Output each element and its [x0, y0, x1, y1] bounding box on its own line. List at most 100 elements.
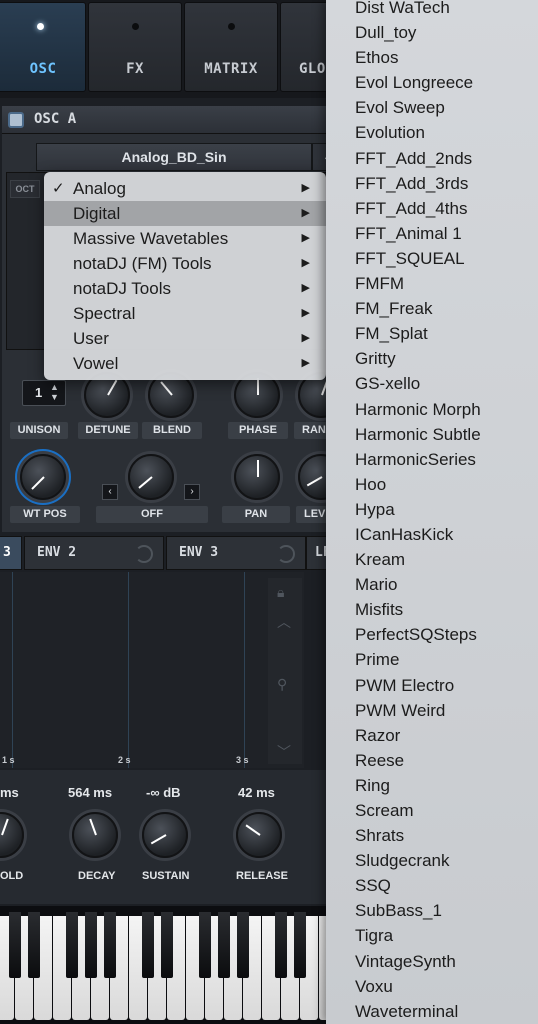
decay-knob[interactable]	[72, 812, 118, 858]
wavetable-menu-item[interactable]: PerfectSQSteps	[326, 622, 538, 647]
menu-item-digital[interactable]: Digital ▶	[44, 201, 326, 226]
wavetable-menu-item[interactable]: FFT_SQUEAL	[326, 246, 538, 271]
menu-item-notadj-tools[interactable]: notaDJ Tools ▶	[44, 276, 326, 301]
wavetable-menu-item[interactable]: Dull_toy	[326, 20, 538, 45]
wavetable-menu-item[interactable]: Gritty	[326, 346, 538, 371]
wavetable-name-display[interactable]: Analog_BD_Sin	[36, 143, 312, 171]
wavetable-menu-item[interactable]: GS-xello	[326, 371, 538, 396]
search-icon[interactable]: ⚲	[277, 676, 287, 693]
menu-item-user[interactable]: User ▶	[44, 326, 326, 351]
wavetable-menu-item[interactable]: Sludgecrank	[326, 848, 538, 873]
env-2-drag-icon[interactable]	[135, 545, 153, 563]
wavetable-menu-item[interactable]: Mario	[326, 572, 538, 597]
wavetable-menu-item[interactable]: FMFM	[326, 271, 538, 296]
wavetable-menu-item[interactable]: ICanHasKick	[326, 522, 538, 547]
warp-mode-label[interactable]: OFF	[96, 506, 208, 523]
piano-black-key[interactable]	[66, 912, 78, 978]
wavetable-menu-item[interactable]: HarmonicSeries	[326, 447, 538, 472]
piano-black-key[interactable]	[294, 912, 306, 978]
piano-black-key[interactable]	[142, 912, 154, 978]
wavetable-menu-item[interactable]: Waveterminal	[326, 999, 538, 1024]
menu-item-label: Massive Wavetables	[73, 229, 229, 248]
wavetable-menu-item[interactable]: Evol Sweep	[326, 95, 538, 120]
wavetable-menu-item[interactable]: FM_Splat	[326, 321, 538, 346]
wavetable-menu-item[interactable]: Evolution	[326, 120, 538, 145]
wavetable-menu-item[interactable]: FM_Freak	[326, 296, 538, 321]
wavetable-menu-item[interactable]: Prime	[326, 647, 538, 672]
wavetable-menu-item[interactable]: Harmonic Morph	[326, 397, 538, 422]
unison-stepper-arrows-icon[interactable]: ▲ ▼	[50, 382, 59, 402]
wavetable-menu-item[interactable]: Tigra	[326, 923, 538, 948]
tab-env-1[interactable]: 3	[0, 536, 22, 570]
wavetable-menu-item[interactable]: Ring	[326, 773, 538, 798]
menu-item-massive-wavetables[interactable]: Massive Wavetables ▶	[44, 226, 326, 251]
octave-label[interactable]: OCT	[10, 180, 40, 198]
unison-voices-stepper[interactable]: 1	[22, 380, 66, 406]
wavetable-menu-item[interactable]: VintageSynth	[326, 949, 538, 974]
wavetable-menu-item[interactable]: FFT_Add_3rds	[326, 171, 538, 196]
lock-icon[interactable]: 🔒︎	[277, 584, 284, 601]
tab-osc[interactable]: OSC	[0, 2, 86, 92]
wavetable-menu-item[interactable]: Hypa	[326, 497, 538, 522]
wavetable-menu-item[interactable]: Evol Longreece	[326, 70, 538, 95]
menu-item-label: Analog	[73, 179, 126, 198]
env-time-label: 1 s	[2, 755, 15, 765]
zoom-up-icon[interactable]: ︿	[277, 612, 291, 632]
menu-item-notadj-fm-tools[interactable]: notaDJ (FM) Tools ▶	[44, 251, 326, 276]
zoom-down-icon[interactable]: ﹀	[277, 742, 291, 762]
release-label: RELEASE	[236, 870, 288, 882]
tab-env-2[interactable]: ENV 2	[24, 536, 164, 570]
wavetable-menu-item[interactable]: Voxu	[326, 974, 538, 999]
piano-black-key[interactable]	[218, 912, 230, 978]
envelope-side-panel	[268, 578, 302, 764]
wavetable-menu-item[interactable]: FFT_Add_4ths	[326, 196, 538, 221]
tab-matrix[interactable]: MATRIX	[184, 2, 278, 92]
wavetable-menu-item[interactable]: Ethos	[326, 45, 538, 70]
wavetable-menu-item[interactable]: Misfits	[326, 597, 538, 622]
wavetable-menu-item[interactable]: Shrats	[326, 823, 538, 848]
sustain-value: -∞ dB	[146, 785, 181, 800]
wavetable-menu-item[interactable]: SSQ	[326, 873, 538, 898]
sustain-knob[interactable]	[142, 812, 188, 858]
tab-fx[interactable]: FX	[88, 2, 182, 92]
wavetable-menu-item[interactable]: PWM Electro	[326, 673, 538, 698]
osc-a-enable-toggle[interactable]	[8, 112, 24, 128]
wavetable-menu-item[interactable]: SubBass_1	[326, 898, 538, 923]
envelope-graph[interactable]	[0, 572, 304, 768]
wavetable-menu-item[interactable]: Harmonic Subtle	[326, 422, 538, 447]
warp-mode-prev-button[interactable]: ‹	[102, 484, 118, 500]
piano-black-key[interactable]	[28, 912, 40, 978]
release-knob[interactable]	[236, 812, 282, 858]
piano-black-key[interactable]	[199, 912, 211, 978]
menu-item-analog[interactable]: ✓ Analog ▶	[44, 176, 326, 201]
menu-item-vowel[interactable]: Vowel ▶	[44, 351, 326, 376]
wavetable-menu-item[interactable]: Reese	[326, 748, 538, 773]
wavetable-menu-item[interactable]: Hoo	[326, 472, 538, 497]
tab-env-3[interactable]: ENV 3	[166, 536, 306, 570]
piano-black-key[interactable]	[85, 912, 97, 978]
wavetable-menu-item[interactable]: Razor	[326, 723, 538, 748]
blend-label: BLEND	[142, 422, 202, 439]
wavetable-menu-item[interactable]: Dist WaTech	[326, 0, 538, 20]
wavetable-menu-item[interactable]: Scream	[326, 798, 538, 823]
wavetable-menu-item[interactable]: PWM Weird	[326, 698, 538, 723]
warp-knob[interactable]	[128, 454, 174, 500]
wavetable-position-knob[interactable]	[20, 454, 66, 500]
warp-mode-next-button[interactable]: ›	[184, 484, 200, 500]
pan-knob[interactable]	[234, 454, 280, 500]
submenu-arrow-icon: ▶	[301, 307, 310, 319]
menu-item-label: notaDJ (FM) Tools	[73, 254, 212, 273]
piano-black-key[interactable]	[237, 912, 249, 978]
piano-black-key[interactable]	[9, 912, 21, 978]
piano-black-key[interactable]	[161, 912, 173, 978]
wavetable-menu-item[interactable]: FFT_Animal 1	[326, 221, 538, 246]
wavetable-menu-item[interactable]: FFT_Add_2nds	[326, 146, 538, 171]
wavetable-menu-item[interactable]: Kream	[326, 547, 538, 572]
piano-black-key[interactable]	[104, 912, 116, 978]
menu-item-spectral[interactable]: Spectral ▶	[44, 301, 326, 326]
env-time-label: 3 s	[236, 755, 249, 765]
piano-black-key[interactable]	[275, 912, 287, 978]
decay-value: 564 ms	[68, 785, 113, 800]
env-3-drag-icon[interactable]	[277, 545, 295, 563]
env-grid-line	[12, 572, 13, 768]
